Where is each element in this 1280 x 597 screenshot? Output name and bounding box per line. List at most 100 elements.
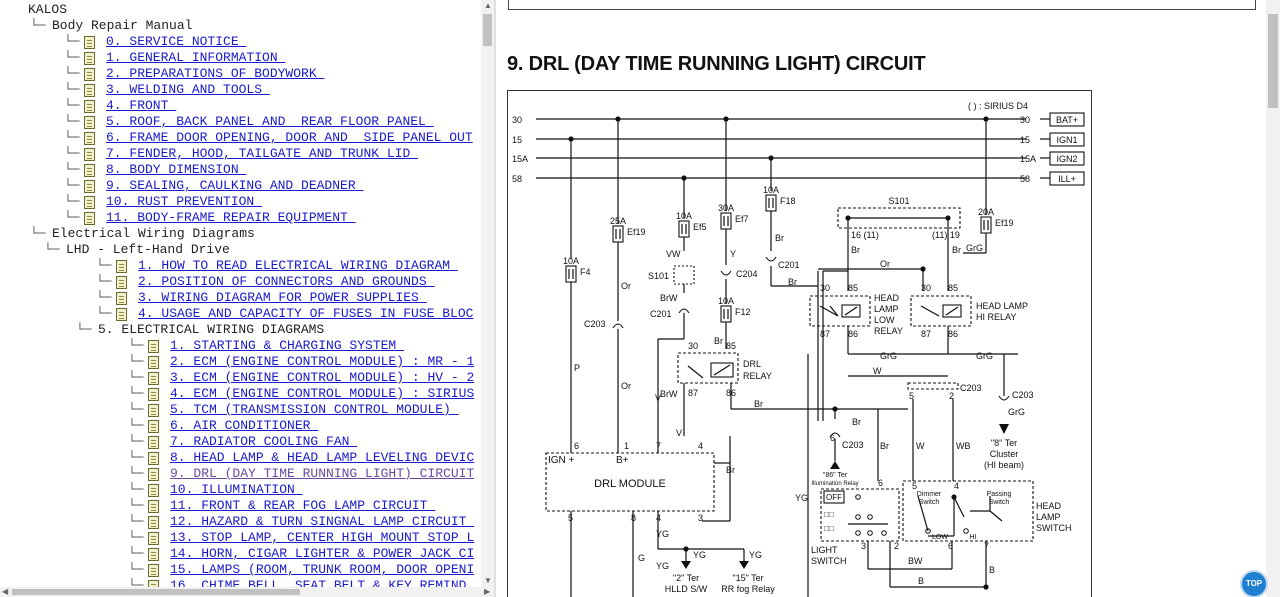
diagram-label: IGN2 bbox=[1056, 154, 1077, 164]
back-to-top-button[interactable]: TOP bbox=[1242, 572, 1266, 596]
tree-connector: └─ bbox=[128, 402, 144, 417]
diagram-label: F4 bbox=[580, 267, 591, 277]
previous-figure-frame bbox=[508, 0, 1256, 10]
tree-item-link[interactable]: 4. ECM (ENGINE CONTROL MODULE) : SIRIUS bbox=[170, 386, 474, 402]
junction-dot bbox=[683, 546, 689, 552]
tree-item-link[interactable]: 10. ILLUMINATION bbox=[170, 482, 303, 498]
tree-item-link[interactable]: 2. ECM (ENGINE CONTROL MODULE) : MR - 1 bbox=[170, 354, 474, 370]
diagram-label: 25A bbox=[610, 216, 626, 226]
tree-item-link[interactable]: 3. ECM (ENGINE CONTROL MODULE) : HV - 2 bbox=[170, 370, 474, 386]
content-vertical-scrollbar[interactable] bbox=[1266, 0, 1280, 597]
left-hscroll-thumb[interactable] bbox=[12, 589, 300, 595]
tree-item-link[interactable]: 13. STOP LAMP, CENTER HIGH MOUNT STOP L bbox=[170, 530, 474, 546]
tree-item-link[interactable]: 1. HOW TO READ ELECTRICAL WIRING DIAGRAM bbox=[138, 258, 458, 274]
tree-item-link[interactable]: 2. POSITION OF CONNECTORS AND GROUNDS bbox=[138, 274, 434, 290]
tree-connector: └─ bbox=[64, 130, 80, 145]
diagram-label: 5 bbox=[912, 481, 917, 491]
tree-item-link[interactable]: 3. WIRING DIAGRAM FOR POWER SUPPLIES bbox=[138, 290, 427, 306]
tree-item-link[interactable]: 6. FRAME DOOR OPENING, DOOR AND SIDE PAN… bbox=[106, 130, 473, 146]
diagram-label: W bbox=[916, 441, 925, 451]
switch-contact bbox=[881, 530, 887, 536]
tree-item-link[interactable]: 9. SEALING, CAULKING AND DEADNER bbox=[106, 178, 363, 194]
scroll-up-arrow-icon[interactable]: ▲ bbox=[484, 2, 492, 10]
tree-item-link[interactable]: 12. HAZARD & TURN SINGNAL LAMP CIRCUIT bbox=[170, 514, 474, 530]
tree-item-link[interactable]: 8. HEAD LAMP & HEAD LAMP LEVELING DEVIC bbox=[170, 450, 474, 466]
diagram-label: "8" Ter bbox=[991, 438, 1017, 448]
left-vertical-scrollbar[interactable]: ▲ ▼ bbox=[481, 0, 494, 587]
document-icon bbox=[84, 180, 95, 193]
scroll-left-arrow-icon[interactable]: ◀ bbox=[2, 588, 8, 596]
left-horizontal-scrollbar[interactable]: ◀ ▶ bbox=[0, 587, 494, 597]
document-icon bbox=[148, 420, 159, 433]
diagram-box bbox=[612, 225, 624, 243]
switch-contact bbox=[855, 494, 861, 500]
tree-item-link[interactable]: 9. DRL (DAY TIME RUNNING LIGHT) CIRCUIT bbox=[170, 466, 474, 482]
tree-item-link[interactable]: 11. BODY-FRAME REPAIR EQUIPMENT bbox=[106, 210, 356, 226]
diagram-label: DRL MODULE bbox=[594, 478, 666, 490]
diagram-label: 86 bbox=[848, 329, 858, 339]
document-icon bbox=[84, 36, 95, 49]
tree-item-link[interactable]: 7. FENDER, HOOD, TAILGATE AND TRUNK LID bbox=[106, 146, 418, 162]
tree-item-link[interactable]: 8. BODY DIMENSION bbox=[106, 162, 246, 178]
tree-item-link[interactable]: 4. USAGE AND CAPACITY OF FUSES IN FUSE B… bbox=[138, 306, 473, 322]
tree-connector: └─ bbox=[64, 146, 80, 161]
diagram-box bbox=[809, 295, 871, 327]
diagram-label: HEAD LAMP bbox=[976, 301, 1028, 311]
tree-item-link[interactable]: 10. RUST PREVENTION bbox=[106, 194, 262, 210]
document-icon bbox=[148, 564, 159, 577]
diagram-label: GrG bbox=[880, 351, 897, 361]
tree-item-link[interactable]: 15. LAMPS (ROOM, TRUNK ROOM, DOOR OPENI bbox=[170, 562, 474, 578]
tree-item-link[interactable]: 4. FRONT bbox=[106, 98, 176, 114]
navigation-tree: KALOS └─ Body Repair Manual └─ 0. SERVICE NO… bbox=[0, 0, 481, 587]
scroll-down-arrow-icon[interactable]: ▼ bbox=[484, 577, 492, 585]
connector-symbol bbox=[612, 323, 624, 329]
arrow-icon bbox=[681, 561, 691, 569]
tree-item-link[interactable]: 11. FRONT & REAR FOG LAMP CIRCUIT bbox=[170, 498, 435, 514]
tree-connector: └─ bbox=[64, 98, 80, 113]
diagram-label: Br bbox=[754, 399, 763, 409]
diagram-label: P bbox=[574, 363, 580, 373]
tree-item-link[interactable]: 1. GENERAL INFORMATION bbox=[106, 50, 285, 66]
tree-item-label: Body Repair Manual bbox=[52, 18, 193, 33]
diagram-label: RELAY bbox=[743, 371, 772, 381]
document-icon bbox=[148, 580, 159, 587]
tree-item-link[interactable]: 3. WELDING AND TOOLS bbox=[106, 82, 270, 98]
diagram-label: 10A bbox=[676, 211, 692, 221]
diagram-box bbox=[720, 212, 732, 230]
diagram-label: ILL+ bbox=[1058, 174, 1076, 184]
tree-item-link[interactable]: 2. PREPARATIONS OF BODYWORK bbox=[106, 66, 324, 82]
tree-item-label: Electrical Wiring Diagrams bbox=[52, 226, 255, 241]
diagram-label: B+ bbox=[616, 455, 629, 466]
tree-item-link[interactable]: 6. AIR CONDITIONER bbox=[170, 418, 318, 434]
tree-connector: └─ bbox=[128, 578, 144, 587]
diagram-label: Br bbox=[880, 441, 889, 451]
switch-contact bbox=[963, 528, 969, 534]
tree-connector: └─ bbox=[64, 178, 80, 193]
tree-item-link[interactable]: 1. STARTING & CHARGING SYSTEM bbox=[170, 338, 404, 354]
document-icon bbox=[84, 116, 95, 129]
wire bbox=[829, 305, 839, 317]
tree-item-link[interactable]: 14. HORN, CIGAR LIGHTER & POWER JACK CI bbox=[170, 546, 474, 562]
document-icon bbox=[148, 388, 159, 401]
diagram-label: YG bbox=[749, 550, 762, 560]
tree-item-link[interactable]: 0. SERVICE NOTICE bbox=[106, 34, 246, 50]
tree-item-link[interactable]: 16. CHIME BELL, SEAT BELT & KEY REMIND bbox=[170, 578, 466, 587]
tree-item-link[interactable]: 7. RADIATOR COOLING FAN bbox=[170, 434, 357, 450]
diagram-label: 30 bbox=[820, 283, 830, 293]
left-scroll-thumb[interactable] bbox=[483, 14, 492, 46]
diagram-label: SWITCH bbox=[811, 556, 847, 566]
tree-connector: └─ bbox=[64, 66, 80, 81]
connector-symbol bbox=[720, 270, 732, 276]
diagram-label: C203 bbox=[1012, 390, 1034, 400]
page-title: 9. DRL (DAY TIME RUNNING LIGHT) CIRCUIT bbox=[507, 53, 926, 75]
scroll-right-arrow-icon[interactable]: ▶ bbox=[484, 588, 490, 596]
diagram-label: 58 bbox=[512, 174, 522, 184]
tree-connector: └─ bbox=[128, 354, 144, 369]
diagram-label: LAMP bbox=[874, 304, 899, 314]
content-scroll-thumb[interactable] bbox=[1268, 14, 1278, 108]
diagram-label: F12 bbox=[735, 307, 751, 317]
diagram-label: "86" Ter bbox=[823, 472, 848, 479]
tree-connector: └─ bbox=[96, 274, 112, 289]
tree-item-link[interactable]: 5. ROOF, BACK PANEL AND REAR FLOOR PANEL bbox=[106, 114, 434, 130]
tree-item-link[interactable]: 5. TCM (TRANSMISSION CONTROL MODULE) bbox=[170, 402, 459, 418]
